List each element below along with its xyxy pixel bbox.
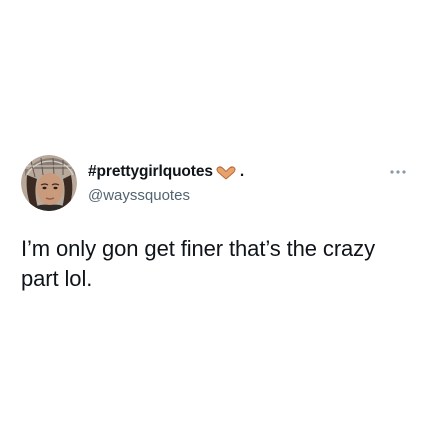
author-name-suffix: .: [239, 163, 245, 180]
author-name-row[interactable]: #prettygirlquotes .: [88, 163, 244, 181]
tweet-card: #prettygirlquotes . @wayssquotes I’m onl…: [0, 0, 428, 440]
avatar[interactable]: [21, 155, 77, 211]
author-display-name[interactable]: #prettygirlquotes: [88, 163, 213, 181]
more-horizontal-icon[interactable]: [389, 168, 407, 176]
avatar-image: [21, 155, 77, 211]
heart-hands-icon: [215, 165, 237, 180]
author-handle[interactable]: @wayssquotes: [88, 187, 190, 204]
tweet-text: I’m only gon get finer that’s the crazy …: [21, 236, 375, 291]
